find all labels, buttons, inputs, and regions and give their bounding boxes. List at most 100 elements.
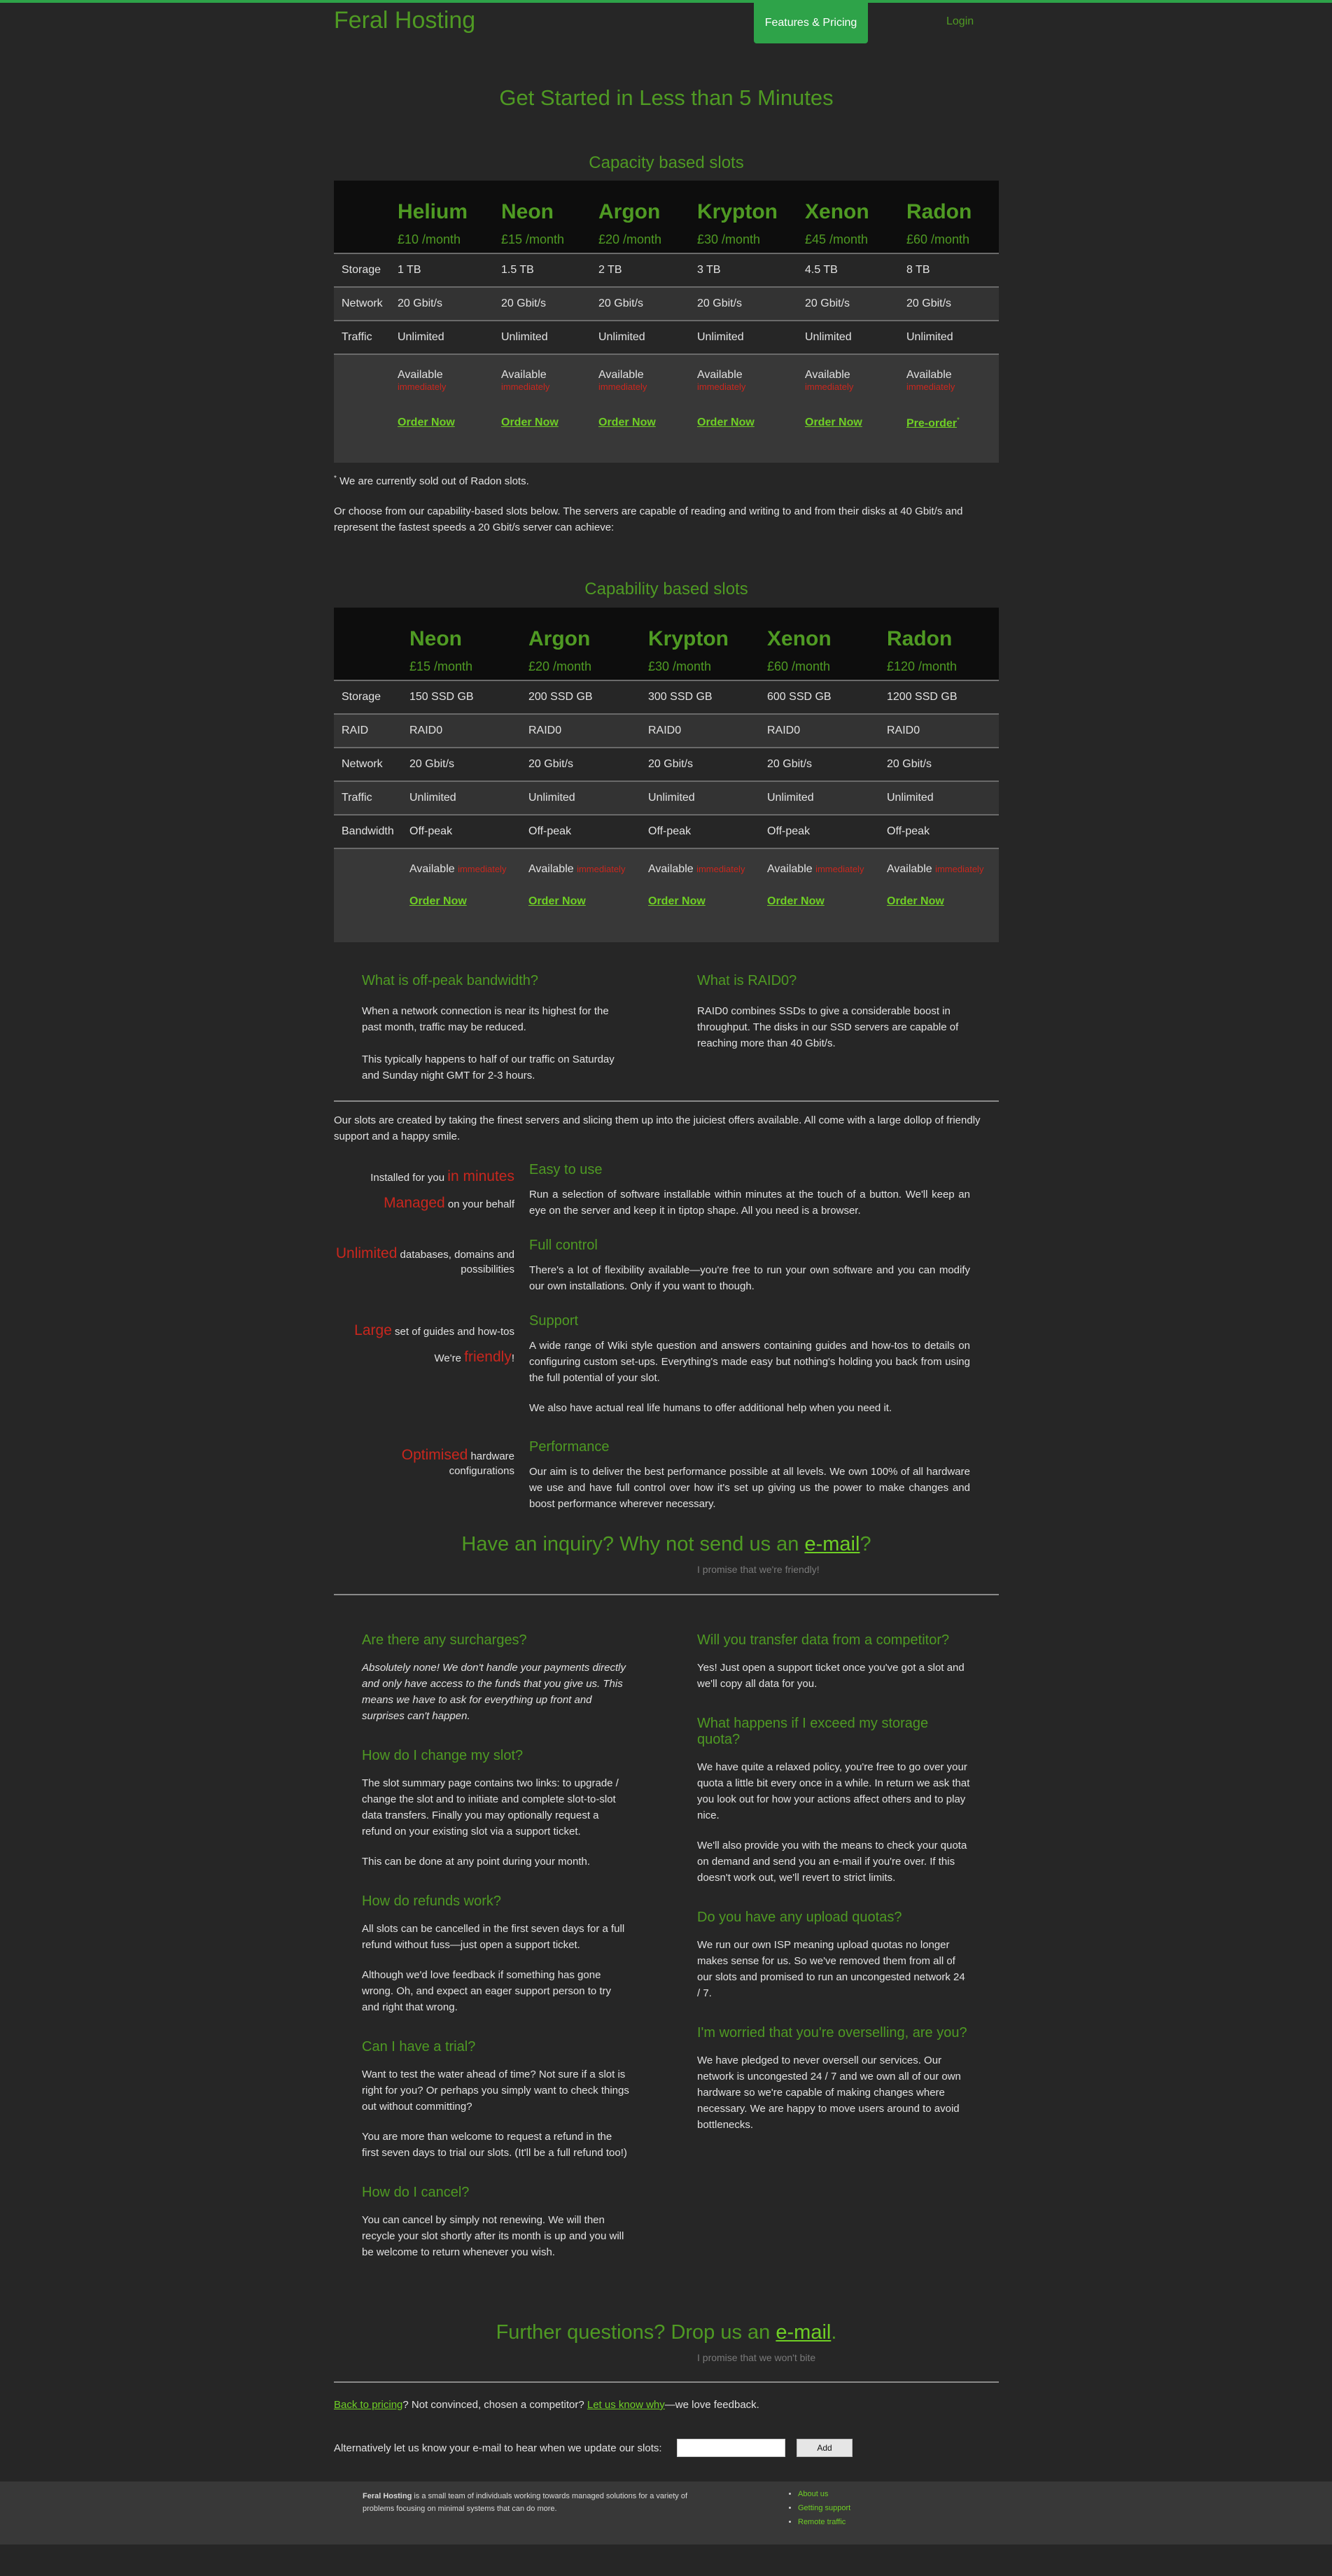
table-cell: 20 Gbit/s (598, 286, 697, 321)
feature-title: Full control (529, 1238, 598, 1253)
table-cell: 20 Gbit/s (398, 286, 501, 321)
faq-answer: Yes! Just open a support ticket once you… (697, 1662, 965, 1690)
site-logo[interactable]: Feral Hosting (334, 7, 475, 34)
plan-radon: Radon £60 /month (906, 200, 972, 246)
table-row: Traffic Unlimited Unlimited Unlimited Un… (334, 780, 999, 815)
capability-table: Neon £15 /month Argon £20 /month Krypton £3… (334, 608, 999, 942)
table-cell: Unlimited (767, 780, 887, 815)
table-cell: Unlimited (598, 320, 697, 354)
ssd-plan-radon: Radon £120 /month (887, 627, 958, 673)
order-now-link[interactable]: Order Now (805, 416, 862, 428)
tagline-friendly: We're friendly! (434, 1349, 514, 1365)
feature-title: Support (529, 1313, 579, 1329)
feature-text: A wide range of Wiki style question and … (529, 1340, 970, 1384)
table-row: Bandwidth Off-peak Off-peak Off-peak Off… (334, 814, 999, 848)
feature-text: Our aim is to deliver the best performan… (529, 1466, 970, 1510)
feature-full-control: Full control There's a lot of flexibilit… (529, 1238, 970, 1294)
slots-intro: Our slots are created by taking the fine… (334, 1114, 981, 1142)
row-label: Storage (334, 680, 409, 714)
pre-order-link[interactable]: Pre-order (906, 417, 957, 429)
plan-krypton: Krypton £30 /month (697, 200, 778, 246)
table-cell: 20 Gbit/s (409, 747, 528, 781)
add-button[interactable]: Add (797, 2439, 853, 2457)
faq-right-column: Will you transfer data from a competitor… (697, 1632, 970, 2133)
order-row: Available immediately Order Now Available… (334, 848, 999, 942)
faq-answer: The slot summary page contains two links… (362, 1777, 619, 1837)
table-cell: Unlimited (528, 780, 648, 815)
faq-question: Will you transfer data from a competitor… (697, 1632, 950, 1648)
section-divider (334, 2381, 999, 2383)
order-now-link[interactable]: Order Now (501, 416, 559, 428)
page-title: Get Started in Less than 5 Minutes (499, 85, 834, 110)
order-now-link[interactable]: Order Now (398, 416, 455, 428)
table-cell: 20 Gbit/s (648, 747, 767, 781)
back-to-pricing-link[interactable]: Back to pricing (334, 2399, 402, 2411)
order-now-link[interactable]: Order Now (887, 895, 944, 907)
order-cell: Available immediately Order Now (648, 848, 767, 942)
order-now-link[interactable]: Order Now (598, 416, 656, 428)
table-cell: 20 Gbit/s (501, 286, 598, 321)
nav-login[interactable]: Login (946, 15, 974, 28)
table-cell: 20 Gbit/s (697, 286, 805, 321)
feature-performance: Performance Our aim is to deliver the be… (529, 1439, 970, 1512)
section-divider (334, 1594, 999, 1595)
footer-link-about[interactable]: About us (798, 2490, 828, 2498)
table-cell: Off-peak (409, 814, 528, 848)
faq-answer: We have pledged to never oversell our se… (697, 2054, 961, 2131)
feature-text: There's a lot of flexibility available—y… (529, 1264, 970, 1292)
faq-answer: We run our own ISP meaning upload quotas… (697, 1939, 965, 1999)
order-now-link[interactable]: Order Now (528, 895, 586, 907)
plan-xenon: Xenon £45 /month (805, 200, 869, 246)
table-cell: 3 TB (697, 253, 805, 287)
table-row: Storage 1 TB 1.5 TB 2 TB 3 TB 4.5 TB 8 T… (334, 253, 999, 287)
preorder-asterisk: * (957, 416, 960, 424)
page-bottom (0, 2544, 1332, 2576)
faq-answer: Absolutely none! We don't handle your pa… (362, 1662, 626, 1722)
table-cell: Unlimited (398, 320, 501, 354)
inquiry-promise: I promise that we're friendly! (697, 1564, 820, 1575)
inquiry-email-link[interactable]: e-mail (804, 1533, 860, 1555)
faq-answer: We have quite a relaxed policy, you're f… (697, 1761, 970, 1821)
row-label: Storage (334, 253, 398, 287)
nav-features-pricing[interactable]: Features & Pricing (754, 3, 868, 43)
faq-answer: Want to test the water ahead of time? No… (362, 2068, 629, 2113)
offpeak-text: When a network connection is near its hi… (362, 1005, 609, 1033)
faq-question: How do I change my slot? (362, 1748, 524, 1763)
table-cell: Unlimited (501, 320, 598, 354)
faq-answer: Although we'd love feedback if something… (362, 1969, 612, 2013)
footer-link-support[interactable]: Getting support (798, 2504, 850, 2512)
table-cell: Unlimited (906, 320, 999, 354)
order-cell: Available immediately Order Now (398, 354, 501, 463)
table-row: Network 20 Gbit/s 20 Gbit/s 20 Gbit/s 20… (334, 286, 999, 321)
order-now-link[interactable]: Order Now (409, 895, 467, 907)
faq-question: What happens if I exceed my storage quot… (697, 1716, 929, 1747)
table-cell: 20 Gbit/s (805, 286, 906, 321)
order-now-link[interactable]: Order Now (767, 895, 825, 907)
order-cell: Available immediately Order Now (887, 848, 999, 942)
table-cell: 20 Gbit/s (906, 286, 999, 321)
faq-question: Can I have a trial? (362, 2039, 476, 2054)
order-now-link[interactable]: Order Now (697, 416, 755, 428)
let-us-know-link[interactable]: Let us know why (587, 2399, 665, 2411)
faq-question: Are there any surcharges? (362, 1632, 527, 1648)
further-email-link[interactable]: e-mail (776, 2321, 831, 2344)
capacity-table: Helium £10 /month Neon £15 /month Argon £20… (334, 181, 999, 463)
offpeak-title: What is off-peak bandwidth? (362, 973, 539, 988)
row-label: Bandwidth (334, 814, 409, 848)
offpeak-explainer: What is off-peak bandwidth? When a netwo… (362, 973, 628, 1084)
email-field[interactable] (677, 2439, 785, 2457)
table-cell: 1 TB (398, 253, 501, 287)
table-cell: 600 SSD GB (767, 680, 887, 714)
table-cell: Off-peak (887, 814, 999, 848)
row-label: Network (334, 286, 398, 321)
order-cell: Available immediately Order Now (501, 354, 598, 463)
further-promise: I promise that we won't bite (697, 2352, 816, 2363)
raid-title: What is RAID0? (697, 973, 797, 988)
table-cell: Unlimited (697, 320, 805, 354)
faq-question: How do refunds work? (362, 1893, 501, 1909)
order-cell: Available immediately Order Now (767, 848, 887, 942)
faq-question: Do you have any upload quotas? (697, 1910, 902, 1925)
footer-link-remote-traffic[interactable]: Remote traffic (798, 2518, 846, 2526)
table-row: RAID RAID0 RAID0 RAID0 RAID0 RAID0 (334, 713, 999, 748)
order-now-link[interactable]: Order Now (648, 895, 706, 907)
